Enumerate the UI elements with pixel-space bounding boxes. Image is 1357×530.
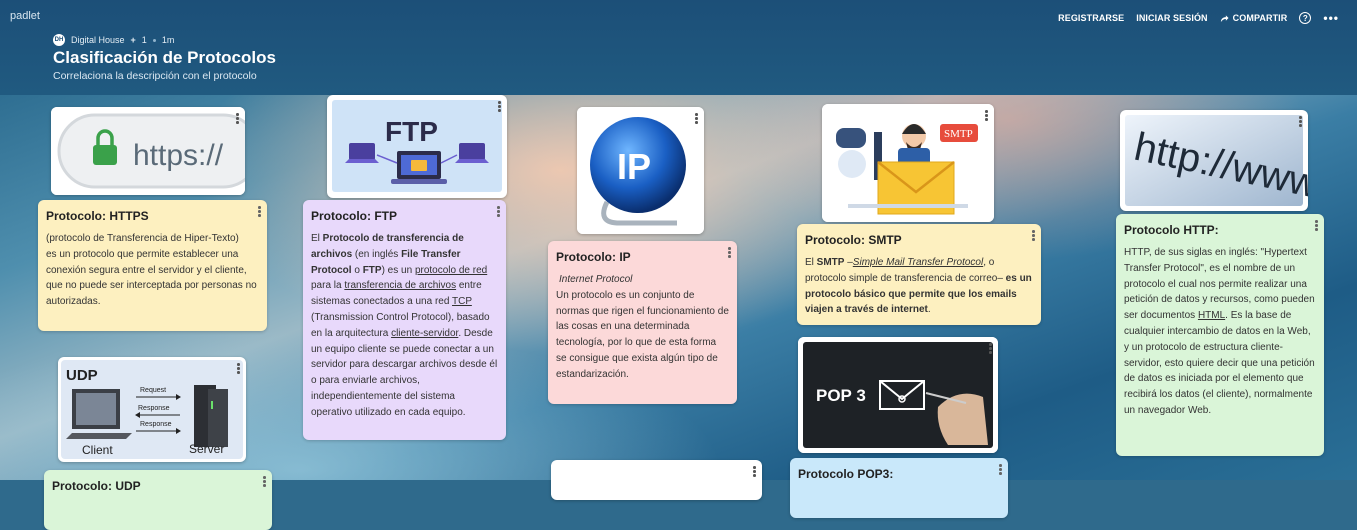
udp-client-label: Client [82, 443, 113, 457]
smtp-card-title: Protocolo: SMTP [805, 233, 902, 247]
top-links: REGISTRARSE INICIAR SESIÓN COMPARTIR ? •… [1058, 11, 1339, 25]
pop3-image-text: POP 3 [816, 386, 866, 405]
smtp-card-body: El SMTP –Simple Mail Transfer Protocol, … [805, 256, 1032, 316]
lower-image-menu-icon[interactable] [753, 466, 756, 477]
https-card-p1: (protocolo de Transferencia de Hiper-Tex… [46, 232, 239, 244]
likes-count: 1 [141, 35, 147, 45]
smtp-image: SMTP [822, 104, 994, 222]
register-link[interactable]: REGISTRARSE [1058, 13, 1124, 23]
ip-image-card[interactable]: IP [577, 107, 704, 234]
padlet-logo[interactable]: padlet [10, 10, 40, 22]
avatar[interactable]: DH [53, 34, 65, 46]
smtp-image-text: SMTP [944, 128, 973, 140]
ftp-link-transferencia[interactable]: transferencia de archivos [344, 280, 456, 291]
plus-icon: + [130, 35, 136, 45]
udp-image-menu-icon[interactable] [237, 363, 240, 374]
ftp-image: FTP [332, 100, 502, 192]
udp-card-menu-icon[interactable] [263, 476, 266, 487]
share-arrow-icon [1220, 14, 1229, 22]
http-link-html[interactable]: HTML [1198, 310, 1225, 321]
ip-image: IP [577, 107, 704, 234]
ip-card[interactable]: Protocolo: IP Internet Protocol Un proto… [548, 241, 737, 404]
page-subtitle: Correlaciona la descripción con el proto… [53, 70, 257, 82]
https-image: https:// [51, 107, 245, 195]
share-button[interactable]: COMPARTIR [1220, 13, 1288, 23]
ftp-image-menu-icon[interactable] [498, 101, 501, 112]
ip-card-body: Un protocolo es un conjunto de normas qu… [556, 289, 729, 380]
smtp-image-card[interactable]: SMTP [822, 104, 994, 222]
ip-card-title: Protocolo: IP [556, 250, 631, 264]
author-line: DH Digital House + 1 1m [53, 34, 174, 46]
ftp-link-tcp[interactable]: TCP [452, 296, 472, 307]
udp-request-label: Request [140, 387, 166, 394]
separator-dot [152, 38, 156, 42]
http-card[interactable]: Protocolo HTTP: HTTP, de sus siglas en i… [1116, 214, 1324, 456]
http-image-card[interactable]: http://www [1120, 110, 1308, 211]
ip-card-menu-icon[interactable] [728, 247, 731, 258]
udp-image: UDP Request Response Response Client Ser… [61, 360, 243, 459]
http-image-menu-icon[interactable] [1299, 116, 1302, 127]
ftp-image-card[interactable]: FTP [327, 95, 507, 198]
udp-image-card[interactable]: UDP Request Response Response Client Ser… [58, 357, 246, 462]
ftp-card-title: Protocolo: FTP [311, 209, 397, 223]
pop3-image-menu-icon[interactable] [989, 343, 992, 354]
ftp-image-text: FTP [385, 116, 438, 147]
ftp-card-menu-icon[interactable] [497, 206, 500, 217]
page-title: Clasificación de Protocolos [53, 48, 276, 67]
ftp-card-body: El Protocolo de transferencia de archivo… [311, 232, 498, 418]
udp-image-title: UDP [66, 367, 98, 384]
pop3-card-menu-icon[interactable] [999, 464, 1002, 475]
https-card-title: Protocolo: HTTPS [46, 209, 149, 223]
http-image: http://www [1125, 115, 1308, 207]
ftp-card[interactable]: Protocolo: FTP El Protocolo de transfere… [303, 200, 506, 440]
top-bar: padlet REGISTRARSE INICIAR SESIÓN COMPAR… [0, 0, 1357, 95]
author-name[interactable]: Digital House [71, 35, 125, 45]
pop3-card-title: Protocolo POP3: [798, 467, 894, 481]
http-card-title: Protocolo HTTP: [1124, 223, 1219, 237]
time-ago: 1m [161, 35, 175, 45]
smtp-image-menu-icon[interactable] [985, 110, 988, 121]
ftp-link-cliente-servidor[interactable]: cliente-servidor [391, 328, 458, 339]
udp-response1-label: Response [138, 405, 170, 412]
smtp-card[interactable]: Protocolo: SMTP El SMTP –Simple Mail Tra… [797, 224, 1041, 325]
login-link[interactable]: INICIAR SESIÓN [1136, 13, 1207, 23]
https-image-text: https:// [133, 139, 224, 172]
pop3-image: POP 3 [798, 337, 998, 453]
help-icon[interactable]: ? [1299, 12, 1312, 24]
lower-image-card[interactable] [551, 460, 762, 500]
udp-card[interactable]: Protocolo: UDP [44, 470, 272, 530]
https-card-p2: es un protocolo que permite establecer u… [46, 248, 257, 308]
pop3-card[interactable]: Protocolo POP3: [790, 458, 1008, 518]
udp-server-label: Server [189, 442, 224, 456]
http-card-body: HTTP, de sus siglas en inglés: "Hypertex… [1124, 246, 1315, 416]
https-image-menu-icon[interactable] [236, 113, 239, 124]
https-image-card[interactable]: https:// [51, 107, 245, 195]
ip-card-italic: Internet Protocol [559, 273, 633, 285]
more-options-icon[interactable]: ••• [1323, 11, 1339, 25]
ftp-link-protocolo-de-red[interactable]: protocolo de red [415, 265, 487, 276]
https-card-menu-icon[interactable] [258, 206, 261, 217]
udp-response2-label: Response [140, 421, 172, 428]
smtp-card-menu-icon[interactable] [1032, 230, 1035, 241]
ip-image-text: IP [617, 146, 651, 187]
ip-image-menu-icon[interactable] [695, 113, 698, 124]
pop3-image-card[interactable]: POP 3 [798, 337, 998, 453]
share-label: COMPARTIR [1232, 13, 1288, 23]
https-card[interactable]: Protocolo: HTTPS (protocolo de Transfere… [38, 200, 267, 331]
http-card-menu-icon[interactable] [1315, 220, 1318, 231]
smtp-link[interactable]: Simple Mail Transfer Protocol [853, 257, 983, 268]
